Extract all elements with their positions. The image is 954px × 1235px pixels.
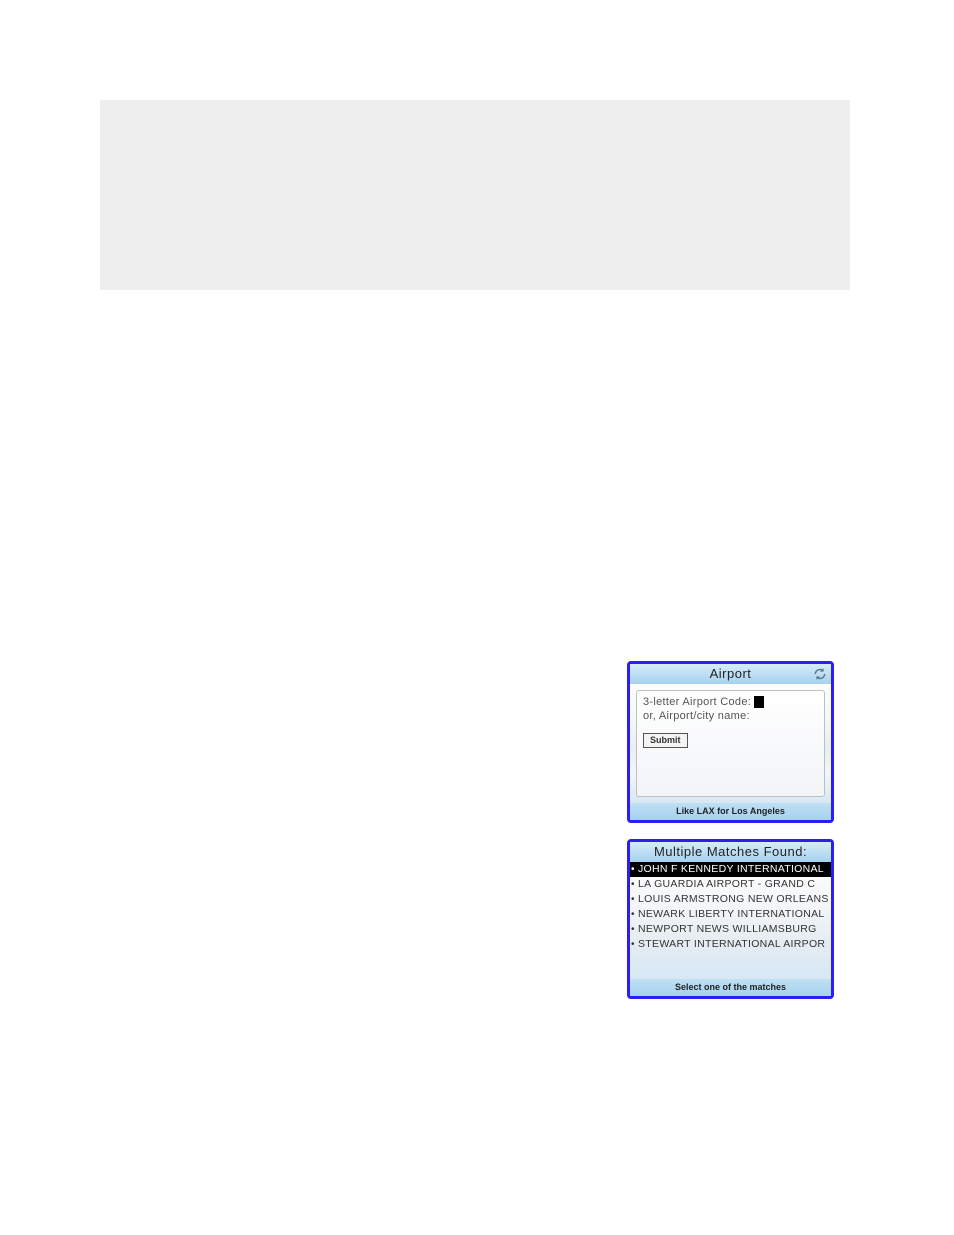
matches-titlebar: Multiple Matches Found: <box>630 842 831 862</box>
airport-widget: Airport 3-letter Airport Code: or, Airpo… <box>627 661 834 823</box>
airport-title: Airport <box>710 666 752 681</box>
airport-body: 3-letter Airport Code: or, Airport/city … <box>630 684 831 803</box>
matches-body: JOHN F KENNEDY INTERNATIONAL LA GUARDIA … <box>630 862 831 979</box>
match-item[interactable]: NEWARK LIBERTY INTERNATIONAL <box>630 907 831 922</box>
match-item[interactable]: JOHN F KENNEDY INTERNATIONAL <box>630 862 831 877</box>
airport-titlebar: Airport <box>630 664 831 684</box>
match-item[interactable]: STEWART INTERNATIONAL AIRPOR <box>630 937 831 952</box>
matches-widget: Multiple Matches Found: JOHN F KENNEDY I… <box>627 839 834 999</box>
matches-list: JOHN F KENNEDY INTERNATIONAL LA GUARDIA … <box>630 862 831 979</box>
airport-name-label: or, Airport/city name: <box>643 709 818 723</box>
matches-hint: Select one of the matches <box>630 979 831 996</box>
match-item[interactable]: NEWPORT NEWS WILLIAMSBURG <box>630 922 831 937</box>
submit-button[interactable]: Submit <box>643 733 688 748</box>
airport-code-label: 3-letter Airport Code: <box>643 695 751 709</box>
match-item[interactable]: LA GUARDIA AIRPORT - GRAND C <box>630 877 831 892</box>
airport-hint: Like LAX for Los Angeles <box>630 803 831 820</box>
match-item[interactable]: LOUIS ARMSTRONG NEW ORLEANS <box>630 892 831 907</box>
top-banner <box>100 100 850 290</box>
matches-title: Multiple Matches Found: <box>654 844 807 859</box>
airport-code-input[interactable] <box>754 696 764 708</box>
airport-panel: 3-letter Airport Code: or, Airport/city … <box>636 690 825 797</box>
refresh-icon[interactable] <box>812 666 828 682</box>
